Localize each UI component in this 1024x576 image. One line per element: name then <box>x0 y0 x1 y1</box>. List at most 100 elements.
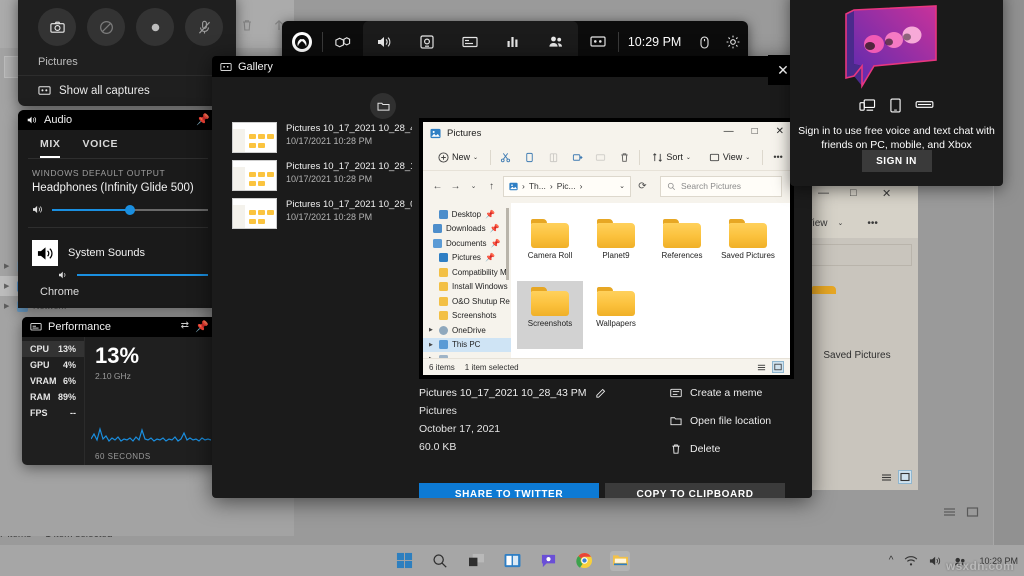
chevron-right-icon[interactable]: ▶ <box>4 282 12 290</box>
gallery-panel[interactable]: Gallery ✕ Pictures 10_17_2021 10_28_4...… <box>212 56 812 498</box>
nav-item-pictures[interactable]: Pictures📌 <box>423 251 511 266</box>
nav-item-screenshots[interactable]: Screenshots <box>423 309 511 324</box>
minimize-button[interactable]: — <box>818 187 829 199</box>
tab-mix[interactable]: MIX <box>40 138 60 158</box>
close-button[interactable]: ✕ <box>882 187 891 200</box>
chevron-down-icon[interactable]: ⌄ <box>838 219 844 227</box>
delete-icon[interactable] <box>613 152 637 163</box>
gallery-list-item[interactable]: Pictures 10_17_2021 10_28_0... 10/17/202… <box>212 191 412 229</box>
folder-icon[interactable] <box>812 286 870 330</box>
gallery-list-item[interactable]: Pictures 10_17_2021 10_28_4... 10/17/202… <box>212 115 412 153</box>
sort-button[interactable]: Sort ⌄ <box>643 152 700 163</box>
share-to-twitter-button[interactable]: SHARE TO TWITTER <box>419 483 599 498</box>
view-button[interactable]: View ⌄ <box>700 152 759 163</box>
nav-item-oo-shutup[interactable]: O&O Shutup Re <box>423 294 511 309</box>
metric-cpu[interactable]: CPU 13% <box>22 341 84 357</box>
nav-item-desktop[interactable]: Desktop📌 <box>423 207 511 222</box>
audio-device-name[interactable]: Headphones (Infinity Glide 500) <box>18 178 218 194</box>
show-all-captures-button[interactable]: Show all captures <box>18 75 236 97</box>
refresh-button[interactable]: ⟳ <box>636 181 649 192</box>
audio-app-row[interactable]: System Sounds <box>18 228 218 266</box>
xbox-social-widget[interactable]: Sign in to use free voice and text chat … <box>790 0 1003 186</box>
slider-knob[interactable] <box>125 205 135 215</box>
preview-command-bar[interactable]: New ⌄ <box>423 144 790 171</box>
preview-file-grid[interactable]: Camera Roll Planet9 References <box>511 203 790 358</box>
chevron-down-icon[interactable]: ⌄ <box>619 182 625 190</box>
list-view-icon[interactable] <box>757 363 766 372</box>
recent-locations-button[interactable]: ⌄ <box>467 182 480 190</box>
preview-view-buttons[interactable] <box>757 361 784 373</box>
wifi-icon[interactable] <box>904 555 918 567</box>
bg-right-address-bar[interactable] <box>804 244 912 266</box>
forward-button[interactable]: → <box>449 181 462 192</box>
list-view-icon[interactable] <box>943 506 956 519</box>
cut-icon[interactable] <box>494 152 518 163</box>
up-button[interactable]: ↑ <box>485 181 498 192</box>
start-button[interactable] <box>394 551 414 571</box>
capture-button-row[interactable] <box>18 0 236 46</box>
pin-icon[interactable]: 📌 <box>196 113 210 126</box>
audio-widget[interactable]: Audio 📌 MIX VOICE WINDOWS DEFAULT OUTPUT… <box>18 110 218 308</box>
performance-metric-list[interactable]: CPU 13% GPU 4% VRAM 6% RAM 89% FPS -- <box>22 337 84 465</box>
volume-icon[interactable] <box>929 555 943 567</box>
gallery-titlebar[interactable]: Gallery ✕ <box>212 56 812 77</box>
nav-item-this-pc[interactable]: ▶This PC <box>423 338 511 353</box>
chat-button[interactable] <box>538 551 558 571</box>
rename-icon[interactable] <box>565 152 589 163</box>
metric-vram[interactable]: VRAM 6% <box>22 373 84 389</box>
sign-in-button[interactable]: SIGN IN <box>862 150 932 172</box>
folder-item[interactable]: Camera Roll <box>517 213 583 281</box>
folder-item[interactable]: References <box>649 213 715 281</box>
breadcrumb-item[interactable]: Pic... <box>557 181 576 191</box>
maximize-button[interactable]: □ <box>850 187 857 199</box>
gallery-list-item[interactable]: Pictures 10_17_2021 10_28_10... 10/17/20… <box>212 153 412 191</box>
widgets-button[interactable] <box>502 551 522 571</box>
folder-item[interactable]: Wallpapers <box>583 281 649 349</box>
options-icon[interactable]: ⇄ <box>181 320 189 331</box>
maximize-button[interactable]: □ <box>752 126 758 137</box>
copy-icon[interactable] <box>518 152 542 163</box>
bg-right-overflow-button[interactable]: ••• <box>867 218 878 229</box>
background-explorer-right[interactable]: — □ ✕ View ⌄ ••• Saved Pictures <box>800 178 918 490</box>
screenshot-button[interactable] <box>38 8 76 46</box>
tray-overflow-button[interactable]: ^ <box>889 555 894 566</box>
capture-actions[interactable]: Create a meme Open file location Delete <box>670 387 771 471</box>
start-recording-button[interactable] <box>136 8 174 46</box>
back-button[interactable]: ← <box>431 181 444 192</box>
chevron-right-icon[interactable]: ▶ <box>4 262 12 270</box>
nav-item-install-windows[interactable]: Install Windows <box>423 280 511 295</box>
delete-button[interactable]: Delete <box>670 443 771 455</box>
nav-item-documents[interactable]: Documents📌 <box>423 236 511 251</box>
search-input[interactable]: Search Pictures <box>660 176 782 197</box>
nav-scrollbar[interactable] <box>506 208 509 280</box>
open-file-location-button[interactable]: Open file location <box>670 415 771 427</box>
taskbar[interactable] <box>0 545 1024 576</box>
nav-item-onedrive[interactable]: ▶OneDrive <box>423 323 511 338</box>
bg-right-view-buttons[interactable] <box>881 470 912 484</box>
bg-left-delete-icon[interactable] <box>240 18 254 32</box>
open-capture-folder-button[interactable] <box>370 93 396 119</box>
master-volume-slider[interactable] <box>52 209 208 211</box>
minimize-button[interactable]: — <box>724 126 734 137</box>
new-button[interactable]: New ⌄ <box>429 152 487 163</box>
file-explorer-button[interactable] <box>610 551 630 571</box>
breadcrumb[interactable]: ›Th... ›Pic... › ⌄ <box>503 176 631 197</box>
list-view-icon[interactable] <box>881 472 892 483</box>
app-volume-slider[interactable] <box>77 274 208 276</box>
bg-right-command-bar[interactable]: View ⌄ ••• <box>800 208 918 238</box>
toggle-microphone-button[interactable] <box>185 8 223 46</box>
pencil-icon[interactable] <box>595 388 606 399</box>
tile-view-icon[interactable] <box>898 470 912 484</box>
capture-widget[interactable]: Pictures Show all captures <box>18 0 236 106</box>
performance-widget-titlebar[interactable]: Performance ⇄ 📌 <box>22 317 217 337</box>
record-last-30s-button[interactable] <box>87 8 125 46</box>
tile-view-icon[interactable] <box>966 506 979 519</box>
audio-tabs[interactable]: MIX VOICE <box>18 130 218 158</box>
audio-app-volume-row[interactable] <box>18 266 218 280</box>
nav-item-compatibility[interactable]: Compatibility M <box>423 265 511 280</box>
folder-grid[interactable]: Camera Roll Planet9 References <box>517 213 790 349</box>
breadcrumb-item[interactable]: Th... <box>529 181 546 191</box>
create-a-meme-button[interactable]: Create a meme <box>670 387 771 399</box>
preview-nav-pane[interactable]: Desktop📌 Downloads📌 Documents📌 Pictures📌… <box>423 203 511 358</box>
master-volume-row[interactable] <box>18 194 218 215</box>
